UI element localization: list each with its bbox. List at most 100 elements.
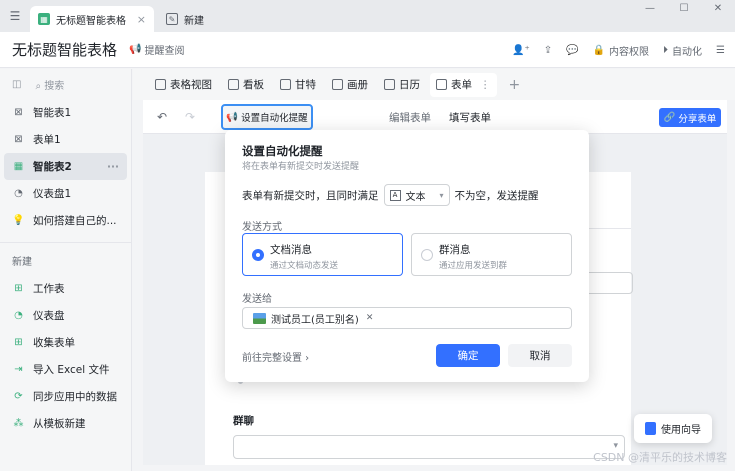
import-excel[interactable]: ⇥ 导入 Excel 文件 [0, 356, 131, 383]
tab-edit-form[interactable]: 编辑表单 [389, 110, 431, 125]
view-tab-label: 表格视图 [170, 79, 212, 91]
calendar-icon [384, 79, 395, 90]
lock-icon: 🔒 [592, 44, 606, 56]
doc-title[interactable]: 无标题智能表格 [12, 39, 117, 60]
divider [0, 242, 131, 243]
sheet-icon: ▦ [13, 161, 24, 172]
tab-label: 新建 [184, 15, 204, 27]
automation-reminder-dialog: 设置自动化提醒 将在表单有新提交时发送提醒 表单有新提交时，且同时满足 A 文本… [225, 130, 589, 382]
remind-link[interactable]: 📢 提醒查阅 [129, 42, 184, 57]
tab-gantt[interactable]: 甘特 [274, 73, 322, 97]
send-to-label: 发送给 [242, 294, 272, 305]
group-chat-label: 群聊 [233, 415, 254, 427]
gantt-icon [280, 79, 291, 90]
tab-grid-view[interactable]: 表格视图 [149, 73, 218, 97]
automation-button[interactable]: ⏵ 自动化 [663, 43, 702, 58]
add-form-icon: ⊞ [14, 337, 23, 348]
advanced-settings-link[interactable]: 前往完整设置 › [242, 349, 309, 364]
sidebar-top: ◫ ⌕ 搜索 [0, 69, 131, 99]
sidebar-item-sheet1[interactable]: ⊠ 智能表1 [0, 99, 131, 126]
remove-tag-icon[interactable]: ✕ [366, 313, 374, 323]
option-doc-message[interactable]: 文档消息 通过文档动态发送 [242, 233, 403, 276]
minimize-button[interactable]: — [633, 0, 667, 18]
share-form-button[interactable]: 🔗 分享表单 [659, 108, 721, 127]
new-section-title: 新建 [12, 257, 32, 268]
tab-gallery[interactable]: 画册 [326, 73, 374, 97]
condition-suffix: 不为空，发送提醒 [454, 189, 539, 202]
group-chat-select[interactable]: ▾ [233, 435, 625, 459]
tab-doc[interactable]: ▦ 无标题智能表格 × [30, 6, 154, 32]
form-icon: ⊠ [14, 134, 23, 145]
guide-label: 使用向导 [661, 425, 701, 436]
undo-icon[interactable]: ↶ [157, 110, 167, 124]
recipient-input[interactable]: 测试员工(员工别名) ✕ [242, 307, 572, 329]
watermark: CSDN @清平乐的技术博客 [593, 451, 727, 464]
tab-fill-form[interactable]: 填写表单 [449, 110, 491, 125]
new-form[interactable]: ⊞ 收集表单 [0, 329, 131, 356]
sidebar-item-label: 表单1 [33, 134, 61, 146]
search-box[interactable]: ⌕ 搜索 [35, 77, 64, 92]
send-method-label: 发送方式 [242, 222, 282, 233]
sidebar-item-guide[interactable]: 💡 如何搭建自己的... [0, 207, 131, 234]
browser-tabstrip: ☰ ▦ 无标题智能表格 × ✎ 新建 — ☐ ✕ [0, 0, 735, 32]
new-item-label: 仪表盘 [33, 310, 65, 322]
sync-app-data[interactable]: ⟳ 同步应用中的数据 [0, 383, 131, 410]
sidebar-item-sheet2[interactable]: ▦ 智能表2 ··· [4, 153, 127, 180]
text-field-icon: A [389, 189, 401, 201]
option-desc: 通过应用发送到群 [439, 261, 508, 271]
lightbulb-icon: 💡 [12, 215, 25, 226]
maximize-button[interactable]: ☐ [667, 0, 701, 18]
cancel-button[interactable]: 取消 [508, 344, 572, 367]
hamburger-icon[interactable]: ☰ [716, 45, 725, 56]
permissions-button[interactable]: 🔒 内容权限 [593, 43, 649, 58]
tab-calendar[interactable]: 日历 [378, 73, 426, 97]
sidebar-item-form1[interactable]: ⊠ 表单1 [0, 126, 131, 153]
title-bar: 无标题智能表格 📢 提醒查阅 👤⁺ ⇪ 💬 🔒 内容权限 ⏵ 自动化 ☰ [0, 32, 735, 68]
view-tabs: 表格视图 看板 甘特 画册 日历 表单 ⋮ + [133, 69, 735, 100]
sidebar-toggle-icon[interactable]: ◫ [12, 79, 21, 90]
radio-button[interactable] [252, 249, 264, 261]
chevron-down-icon: ▾ [439, 190, 444, 200]
option-title: 群消息 [439, 244, 471, 256]
sheet-icon: ⊠ [14, 107, 23, 118]
comment-icon[interactable]: 💬 [566, 45, 578, 56]
radio-button[interactable] [421, 249, 433, 261]
new-worksheet[interactable]: ⊞ 工作表 [0, 275, 131, 302]
share-icon[interactable]: ⇪ [544, 45, 552, 56]
new-dashboard[interactable]: ◔ 仪表盘 [0, 302, 131, 329]
redo-icon[interactable]: ↷ [185, 110, 195, 124]
sidebar-item-dashboard1[interactable]: ◔ 仪表盘1 [0, 180, 131, 207]
set-automation-reminder-button[interactable]: 📢 设置自动化提醒 [221, 104, 313, 130]
play-icon: ⏵ [663, 44, 669, 56]
close-icon[interactable]: × [137, 13, 146, 26]
tab-new[interactable]: ✎ 新建 [158, 6, 228, 32]
option-group-message[interactable]: 群消息 通过应用发送到群 [411, 233, 572, 276]
sidebar: ◫ ⌕ 搜索 ⊠ 智能表1 ⊠ 表单1 ▦ 智能表2 ··· ◔ 仪表盘1 💡 如何搭建自己… [0, 69, 132, 471]
view-tab-label: 画册 [347, 79, 368, 91]
remind-label: 提醒查阅 [144, 46, 185, 57]
window-close-button[interactable]: ✕ [701, 0, 735, 18]
view-tab-label: 日历 [399, 79, 420, 91]
editor-toolbar: ↶ ↷ 📢 设置自动化提醒 编辑表单 填写表单 🔗 分享表单 [143, 100, 727, 134]
new-doc-icon: ✎ [166, 13, 178, 25]
confirm-button[interactable]: 确定 [436, 344, 500, 367]
tab-form[interactable]: 表单 ⋮ [430, 72, 497, 97]
form-icon [436, 79, 447, 90]
tab-label: 无标题智能表格 [56, 15, 126, 27]
usage-guide-button[interactable]: 使用向导 [634, 414, 712, 443]
add-view-button[interactable]: + [509, 77, 521, 93]
option-title: 文档消息 [270, 244, 312, 256]
add-member-icon[interactable]: 👤⁺ [512, 45, 530, 56]
view-tab-label: 看板 [243, 79, 264, 91]
condition-row: 表单有新提交时，且同时满足 A 文本 ▾ 不为空，发送提醒 [242, 184, 539, 206]
new-item-label: 同步应用中的数据 [33, 391, 117, 403]
more-icon[interactable]: ··· [107, 161, 119, 173]
window-controls: — ☐ ✕ [633, 0, 735, 18]
menu-icon[interactable]: ☰ [0, 0, 30, 32]
tab-kanban[interactable]: 看板 [222, 73, 270, 97]
new-from-template[interactable]: ⁂ 从模板新建 [0, 410, 131, 437]
add-sheet-icon: ⊞ [14, 283, 23, 294]
tab-options-icon[interactable]: ⋮ [480, 79, 491, 91]
guide-icon [645, 422, 656, 435]
field-select[interactable]: A 文本 ▾ [383, 184, 450, 206]
